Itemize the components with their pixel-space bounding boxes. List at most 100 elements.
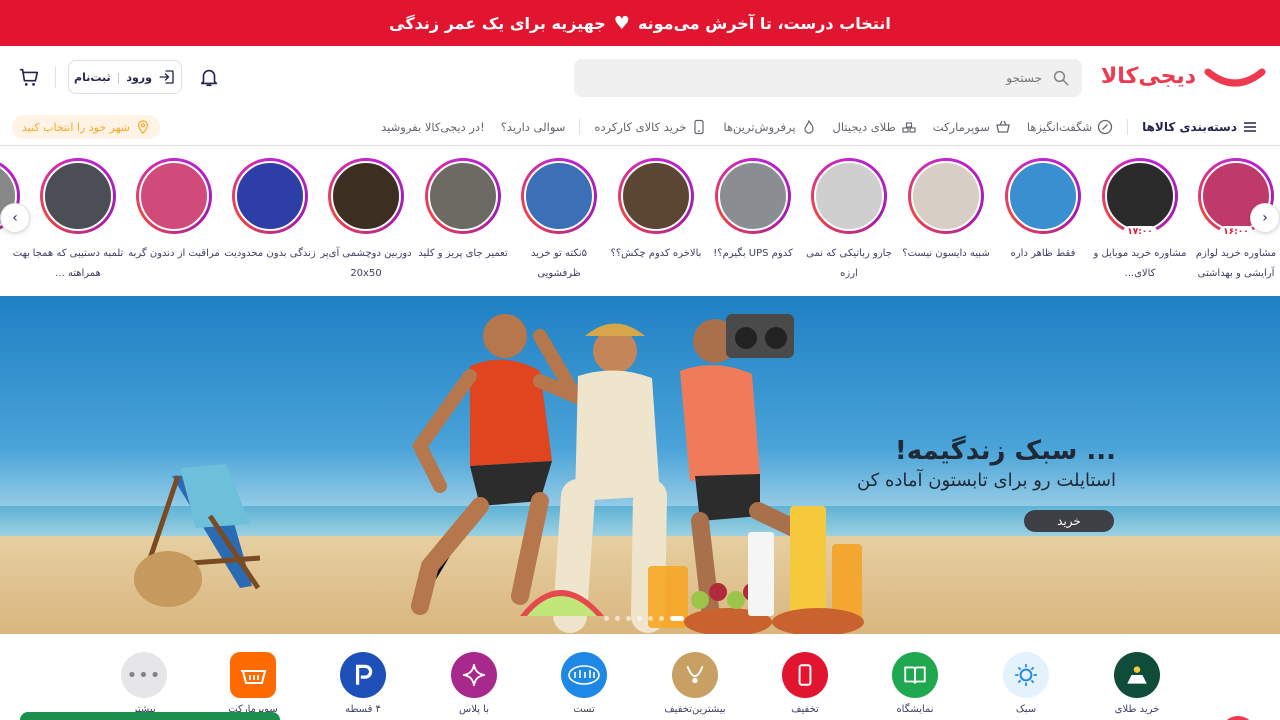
nav-item-amazing[interactable]: شگفت‌انگیزها — [1019, 119, 1121, 135]
cart-icon[interactable] — [18, 66, 40, 88]
story-item[interactable]: زندگی بدون محدودیت — [222, 158, 318, 264]
logo-text: دیجی‌کالا — [1100, 64, 1196, 89]
quick-item-label: تست — [573, 704, 595, 715]
story-item[interactable]: تعمیر جای پریز و کلید — [415, 158, 511, 264]
login-button[interactable]: ثبت‌نام | ورود — [68, 60, 182, 94]
promo-text-before: انتخاب درست، تا آخرش می‌مونه — [637, 13, 891, 33]
header-divider — [55, 66, 56, 88]
stories-prev-button[interactable]: ‹ — [0, 203, 30, 233]
hero-title: ... سبک زندگیمه! — [894, 436, 1116, 466]
nav-label: طلای دیجیتال — [832, 120, 896, 134]
search-bar[interactable] — [574, 59, 1082, 97]
pagination-dot-active[interactable] — [670, 616, 684, 621]
quick-item-max-discount[interactable]: بیشترین‌تخفیف — [650, 652, 740, 715]
quick-item-discount[interactable]: تخفیف — [760, 652, 850, 715]
basket-icon — [996, 120, 1010, 133]
pagination-dot[interactable] — [648, 616, 653, 621]
story-caption: فقط ظاهر داره — [1010, 248, 1076, 259]
nav-item-digital-gold[interactable]: طلای دیجیتال — [825, 119, 925, 135]
hero-pagination — [604, 616, 684, 621]
p-icon — [340, 652, 386, 698]
story-ring — [811, 158, 887, 234]
story-item[interactable]: دوربین دوچشمی آی‌پر 20x50 — [318, 158, 414, 284]
quick-item-more[interactable]: ••• بیشتر — [99, 652, 189, 715]
story-ring — [40, 158, 116, 234]
nav-item-used-goods[interactable]: خرید کالای کارکرده — [586, 119, 715, 135]
nav-label: سوالی دارید؟ — [500, 120, 566, 134]
nav-item-categories[interactable]: دسته‌بندی کالاها — [1134, 119, 1266, 135]
hero-buy-button[interactable]: خرید — [1024, 510, 1114, 532]
chat-bubble-bar[interactable] — [20, 712, 280, 720]
story-caption: مشاوره خرید موبایل و کالای... — [1093, 248, 1187, 279]
story-item[interactable]: تلمبه دستیبی که همجا همراهته ... — [30, 158, 126, 284]
chevron-right-icon: › — [1262, 210, 1268, 226]
quick-item-label: بیشترین‌تخفیف — [664, 704, 726, 715]
necklace-icon — [672, 652, 718, 698]
story-ring — [232, 158, 308, 234]
search-input[interactable] — [602, 71, 1042, 85]
more-icon: ••• — [121, 652, 167, 698]
promo-banner[interactable]: جهیزیه برای یک عمر زندگی ♥ انتخاب درست، … — [0, 0, 1280, 46]
quick-menu: خرید طلای سبک نمایشگاه تخفیف بیشترین‌تخف… — [0, 634, 1280, 720]
city-selector[interactable]: شهر خود را انتخاب کنید — [12, 115, 160, 139]
quick-item-test[interactable]: تست — [539, 652, 629, 715]
pagination-dot[interactable] — [604, 616, 609, 621]
nav-label: خرید کالای کارکرده — [594, 120, 687, 134]
story-item[interactable]: جارو رباتیکی که نمی ارزه — [801, 158, 897, 284]
story-ring — [425, 158, 501, 234]
nav-divider — [1127, 119, 1129, 135]
story-thumbnail — [524, 161, 594, 231]
logo[interactable]: دیجی‌کالا — [1101, 60, 1268, 96]
story-ring — [328, 158, 404, 234]
hero-banner[interactable]: ... سبک زندگیمه! استایلت رو برای تابستون… — [0, 296, 1280, 634]
story-item[interactable]: ۵نکته تو خرید ظرفشویی — [511, 158, 607, 284]
story-ring — [1102, 158, 1178, 234]
pagination-dot[interactable] — [615, 616, 620, 621]
bell-icon[interactable] — [198, 66, 220, 88]
login-label: ورود — [126, 70, 152, 84]
stories-carousel: ۱۶:۰۰ مشاوره خرید لوازم آرایشی و بهداشتی… — [0, 146, 1280, 296]
story-caption: دوربین دوچشمی آی‌پر 20x50 — [320, 248, 412, 279]
nav-divider — [579, 119, 581, 135]
menu-icon — [1244, 122, 1256, 132]
nav-item-sell[interactable]: در دیجی‌کالا بفروشید! — [373, 120, 493, 134]
story-item[interactable]: فقط ظاهر داره — [995, 158, 1091, 264]
story-thumbnail — [139, 161, 209, 231]
pagination-dot[interactable] — [637, 616, 642, 621]
pagination-dot[interactable] — [626, 616, 631, 621]
quick-item-installments[interactable]: ۴ قسطه — [318, 652, 408, 715]
story-caption: مراقبت از دندون گربه — [128, 248, 220, 259]
quick-item-label: با پلاس — [459, 704, 489, 715]
nav-item-supermarket[interactable]: سوپرمارکت — [925, 119, 1019, 135]
nav-item-bestsellers[interactable]: پرفروش‌ترین‌ها — [715, 119, 824, 135]
gold-bars-icon — [902, 122, 916, 133]
quick-item-supermarket[interactable]: سوپرمارکت — [208, 652, 298, 715]
story-ring — [1005, 158, 1081, 234]
pagination-dot[interactable] — [659, 616, 664, 621]
nav-label: شگفت‌انگیزها — [1026, 120, 1093, 134]
stories-next-button[interactable]: › — [1250, 203, 1280, 233]
story-time: ۱۷:۰۰ — [1123, 226, 1157, 238]
story-time: ۱۶:۰۰ — [1219, 226, 1253, 238]
quick-item-exhibition[interactable]: نمایشگاه — [870, 652, 960, 715]
nav-items: دسته‌بندی کالاها شگفت‌انگیزها سوپرمارکت … — [373, 108, 1266, 146]
story-ring — [618, 158, 694, 234]
nav-label: پرفروش‌ترین‌ها — [723, 120, 796, 134]
story-item[interactable]: شبیه دایسون نیست؟ — [898, 158, 994, 264]
story-item[interactable]: ۱۷:۰۰ مشاوره خرید موبایل و کالای... — [1092, 158, 1188, 284]
nav-label: سوپرمارکت — [932, 120, 990, 134]
story-item[interactable]: بالاخره کدوم چکش؟؟ — [608, 158, 704, 264]
heart-icon: ♥ — [613, 12, 630, 34]
quick-item-gold[interactable]: خرید طلای — [1092, 652, 1182, 715]
story-caption: مشاوره خرید لوازم آرایشی و بهداشتی — [1195, 248, 1277, 279]
abidi-icon — [561, 652, 607, 698]
nav-item-faq[interactable]: سوالی دارید؟ — [493, 120, 574, 134]
story-thumbnail — [235, 161, 305, 231]
story-item[interactable]: کدوم UPS بگیرم؟! — [705, 158, 801, 264]
story-thumbnail — [43, 161, 113, 231]
quick-item-style[interactable]: سبک — [981, 652, 1071, 715]
quick-item-plus[interactable]: با پلاس — [429, 652, 519, 715]
story-thumbnail — [911, 161, 981, 231]
story-item[interactable]: مراقبت از دندون گربه — [126, 158, 222, 264]
promo-text-after: جهیزیه برای یک عمر زندگی — [389, 13, 606, 33]
